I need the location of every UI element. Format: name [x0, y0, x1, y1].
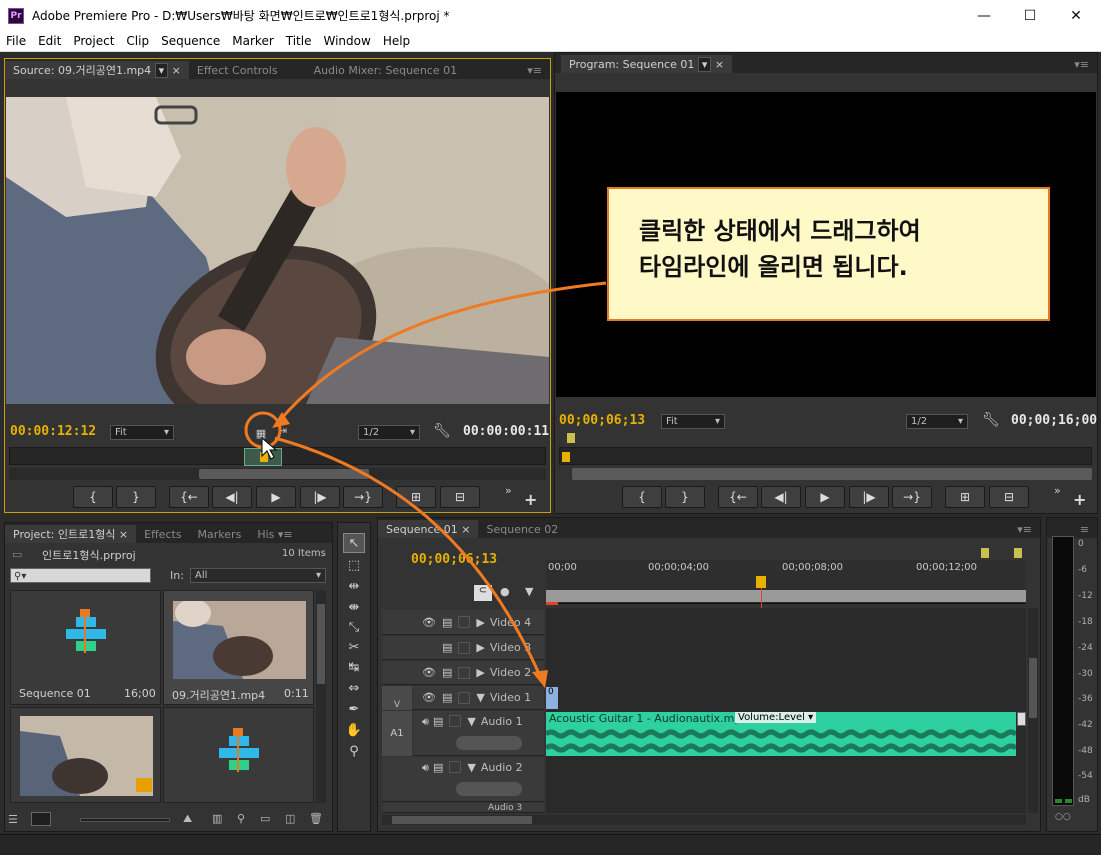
arrow-callout-to-icon: [278, 281, 607, 421]
arrowhead: [532, 670, 548, 688]
arrow-icon-to-timeline: [274, 436, 542, 677]
arrowhead: [272, 412, 290, 428]
annotation-arrows-overlay: [244, 281, 607, 688]
